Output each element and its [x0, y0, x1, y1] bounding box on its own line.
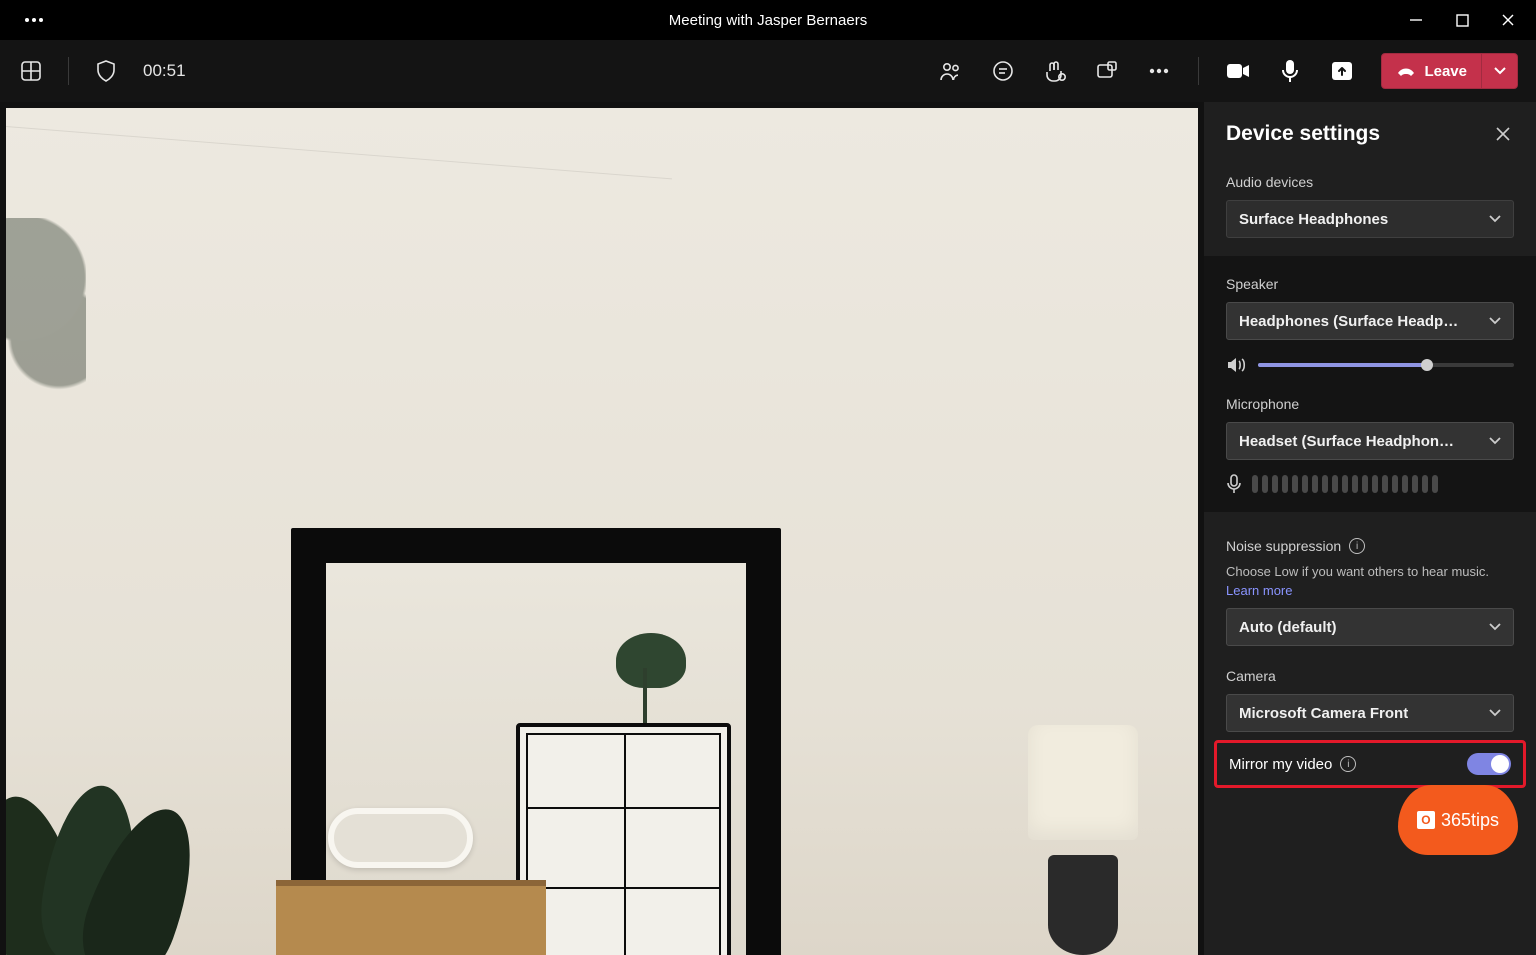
audio-devices-value: Surface Headphones [1239, 211, 1388, 228]
office-logo-icon: O [1417, 811, 1435, 829]
chevron-down-icon [1489, 709, 1501, 717]
close-window-button[interactable] [1494, 6, 1522, 34]
device-settings-panel: Device settings Audio devices Surface He… [1204, 102, 1536, 955]
mic-toggle-icon[interactable] [1277, 58, 1303, 84]
mirror-video-label: Mirror my video [1229, 756, 1332, 773]
layout-grid-icon[interactable] [18, 58, 44, 84]
decor [6, 218, 86, 418]
leave-label: Leave [1424, 63, 1467, 80]
mic-icon [1226, 474, 1242, 494]
mirror-video-highlight: Mirror my video i [1214, 740, 1526, 788]
leave-caret-button[interactable] [1481, 54, 1517, 88]
camera-label: Camera [1226, 668, 1514, 684]
maximize-button[interactable] [1448, 6, 1476, 34]
camera-dropdown[interactable]: Microsoft Camera Front [1226, 694, 1514, 732]
noise-suppression-dropdown[interactable]: Auto (default) [1226, 608, 1514, 646]
leave-button[interactable]: Leave [1382, 54, 1481, 88]
decor [516, 723, 731, 955]
noise-suppression-section: Noise suppression i Choose Low if you wa… [1204, 518, 1536, 732]
audio-devices-section: Audio devices Surface Headphones [1204, 154, 1536, 238]
divider [1198, 57, 1199, 85]
decor [1018, 725, 1148, 955]
more-actions-icon[interactable] [1146, 58, 1172, 84]
chevron-down-icon [1489, 623, 1501, 631]
people-icon[interactable] [938, 58, 964, 84]
decor [6, 126, 671, 179]
panel-header: Device settings [1204, 102, 1536, 154]
meeting-timer: 00:51 [143, 61, 186, 81]
divider [68, 57, 69, 85]
microphone-dropdown[interactable]: Headset (Surface Headphones) [1226, 422, 1514, 460]
camera-toggle-icon[interactable] [1225, 58, 1251, 84]
microphone-level-row [1226, 474, 1514, 494]
speaker-dropdown[interactable]: Headphones (Surface Headphon... [1226, 302, 1514, 340]
decor [6, 715, 186, 955]
speaker-section: Speaker Headphones (Surface Headphon... … [1204, 256, 1536, 512]
video-stage [0, 102, 1204, 955]
decor [276, 880, 546, 955]
info-icon[interactable]: i [1340, 756, 1356, 772]
meeting-toolbar: 00:51 Leave [0, 40, 1536, 102]
participant-video [6, 108, 1198, 955]
audio-devices-dropdown[interactable]: Surface Headphones [1226, 200, 1514, 238]
speaker-volume-row [1226, 356, 1514, 374]
speaker-icon [1226, 356, 1246, 374]
watermark-badge: O 365tips [1398, 785, 1518, 855]
noise-suppression-text: Noise suppression [1226, 538, 1341, 554]
share-screen-icon[interactable] [1329, 58, 1355, 84]
mirror-video-toggle[interactable] [1467, 753, 1511, 775]
hangup-icon [1396, 64, 1416, 78]
shield-icon[interactable] [93, 58, 119, 84]
audio-devices-label: Audio devices [1226, 174, 1514, 190]
leave-button-group: Leave [1381, 53, 1518, 89]
learn-more-link[interactable]: Learn more [1226, 583, 1514, 598]
main-area: Device settings Audio devices Surface He… [0, 102, 1536, 955]
info-icon[interactable]: i [1349, 538, 1365, 554]
more-menu-button[interactable] [20, 6, 48, 34]
chevron-down-icon [1489, 215, 1501, 223]
titlebar: Meeting with Jasper Bernaers [0, 0, 1536, 40]
chevron-down-icon [1489, 437, 1501, 445]
reactions-icon[interactable] [1042, 58, 1068, 84]
noise-suppression-label: Noise suppression i [1226, 538, 1514, 554]
window-controls [1388, 6, 1528, 34]
chevron-down-icon [1489, 317, 1501, 325]
toolbar-right-group: Leave [938, 53, 1518, 89]
camera-value: Microsoft Camera Front [1239, 705, 1408, 722]
toolbar-left-group: 00:51 [18, 57, 186, 85]
speaker-volume-slider[interactable] [1258, 363, 1514, 367]
minimize-button[interactable] [1402, 6, 1430, 34]
speaker-label: Speaker [1226, 276, 1514, 292]
microphone-label: Microphone [1226, 396, 1514, 412]
titlebar-left [8, 6, 148, 34]
microphone-value: Headset (Surface Headphones) [1239, 433, 1459, 450]
rooms-icon[interactable] [1094, 58, 1120, 84]
mic-level-meter [1252, 475, 1438, 493]
noise-helper-text: Choose Low if you want others to hear mu… [1226, 564, 1514, 579]
decor [328, 808, 473, 868]
decor [591, 638, 701, 728]
close-panel-button[interactable] [1492, 123, 1514, 145]
noise-value: Auto (default) [1239, 619, 1336, 636]
chat-icon[interactable] [990, 58, 1016, 84]
panel-title: Device settings [1226, 122, 1380, 146]
watermark-text: 365tips [1441, 810, 1499, 831]
window-title: Meeting with Jasper Bernaers [148, 12, 1388, 29]
speaker-value: Headphones (Surface Headphon... [1239, 313, 1459, 330]
